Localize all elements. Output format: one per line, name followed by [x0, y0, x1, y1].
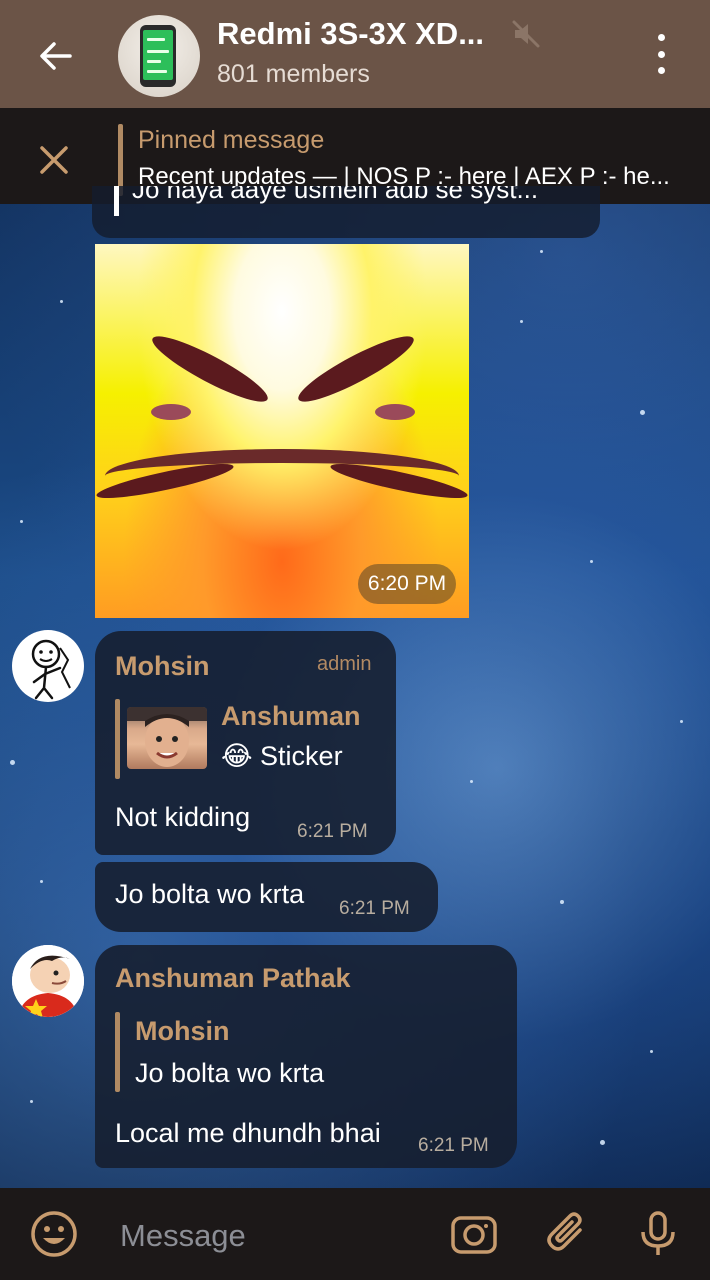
sender-name[interactable]: Mohsin	[115, 651, 210, 682]
reply-preview-text: 😂 Sticker	[221, 741, 343, 771]
cartoon-avatar-icon	[12, 945, 84, 1017]
close-icon[interactable]	[36, 142, 72, 178]
camera-icon[interactable]	[448, 1208, 500, 1260]
more-options-button[interactable]	[644, 34, 678, 74]
avatar[interactable]	[12, 630, 84, 702]
avatar[interactable]	[12, 945, 84, 1017]
dot-icon	[657, 67, 665, 74]
microphone-icon[interactable]	[632, 1208, 684, 1260]
reply-preview-text: Jo bolta wo krta	[135, 1058, 325, 1088]
message-time: 6:21 PM	[339, 898, 410, 919]
member-count: 801 members	[217, 60, 370, 88]
sticker-image[interactable]	[95, 244, 469, 618]
message-text: Jo bolta wo krta	[115, 879, 305, 909]
pinned-label: Pinned message	[138, 126, 325, 154]
arrow-left-icon	[40, 42, 72, 70]
back-button[interactable]	[34, 34, 78, 78]
message-bubble-partial[interactable]: Jo naya aaye usmein adb se syst...	[92, 186, 600, 238]
message-time: 6:21 PM	[297, 821, 368, 842]
message-composer	[0, 1188, 710, 1280]
dot-icon	[657, 34, 665, 41]
reply-accent-bar	[115, 699, 120, 779]
admin-badge: admin	[317, 653, 372, 675]
quote-bar	[114, 186, 119, 216]
message-time: 6:21 PM	[418, 1135, 489, 1156]
attach-icon[interactable]	[542, 1208, 594, 1260]
message-text: Local me dhundh bhai	[115, 1118, 381, 1148]
mute-icon	[512, 20, 540, 48]
stick-figure-avatar-icon	[31, 639, 71, 700]
message-text: Jo naya aaye usmein adb se syst...	[132, 186, 539, 204]
reply-accent-bar	[115, 1012, 120, 1092]
group-avatar[interactable]	[118, 15, 200, 97]
sender-name[interactable]: Anshuman Pathak	[115, 963, 351, 994]
message-time: 6:20 PM	[358, 564, 456, 604]
chat-header: Redmi 3S-3X XD... 801 members	[0, 0, 710, 108]
emoji-icon[interactable]	[28, 1208, 80, 1260]
message-bubble[interactable]: Jo bolta wo krta 6:21 PM	[95, 862, 438, 932]
message-bubble[interactable]: Mohsin admin Anshuman 😂 Sticker Not kidd…	[95, 631, 396, 855]
reply-thumbnail	[127, 707, 207, 769]
dot-icon	[657, 50, 665, 58]
message-bubble[interactable]: Anshuman Pathak Mohsin Jo bolta wo krta …	[95, 945, 517, 1168]
reply-sender-name: Anshuman	[221, 701, 361, 731]
message-input[interactable]: Message	[120, 1218, 246, 1254]
reply-sender-name: Mohsin	[135, 1016, 230, 1046]
phone-image	[140, 25, 176, 87]
chat-title[interactable]: Redmi 3S-3X XD...	[217, 16, 484, 52]
message-text: Not kidding	[115, 802, 251, 832]
